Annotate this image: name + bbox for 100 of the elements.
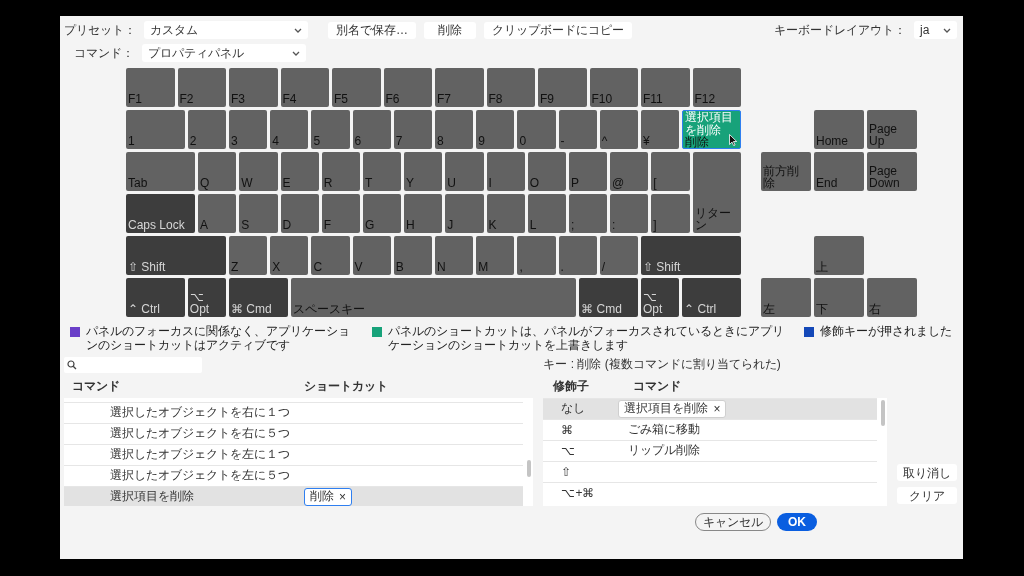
keyboard-key[interactable]: ⌃ Ctrl	[126, 278, 185, 317]
keyboard-key[interactable]: Home	[814, 110, 864, 149]
keyboard-key[interactable]: W	[239, 152, 278, 191]
ok-button[interactable]: OK	[777, 512, 817, 531]
keyboard-key[interactable]: ;	[568, 194, 608, 233]
keyboard-key[interactable]: O	[527, 152, 566, 191]
keyboard-key[interactable]: M	[476, 236, 515, 275]
keyboard-key[interactable]: 右	[867, 278, 917, 317]
keyboard-key[interactable]: F6	[383, 68, 432, 107]
keyboard-key[interactable]: F2	[177, 68, 226, 107]
keyboard-key[interactable]: R	[321, 152, 360, 191]
keyboard-key[interactable]: F9	[538, 68, 587, 107]
preset-label: プリセット：	[64, 21, 136, 39]
keyboard-key[interactable]: リターン	[692, 152, 741, 233]
keyboard-key[interactable]: ⌘ Cmd	[579, 278, 638, 317]
modifier-name: ⌥+⌘	[560, 485, 596, 500]
toolbar-button[interactable]: 削除	[424, 21, 476, 39]
keyboard-key[interactable]: D	[280, 194, 319, 233]
keyboard-layout-dropdown[interactable]: ja	[914, 21, 957, 39]
keyboard-key[interactable]: End	[814, 152, 864, 191]
search-field[interactable]	[64, 356, 202, 373]
keyboard-key[interactable]: H	[404, 194, 443, 233]
keyboard-key[interactable]: ⌃ Ctrl	[682, 278, 741, 317]
keyboard-key[interactable]: N	[435, 236, 474, 275]
keyboard-key[interactable]: 8	[435, 110, 474, 149]
toolbar-button[interactable]: 別名で保存…	[328, 21, 416, 39]
keyboard-key[interactable]: J	[445, 194, 484, 233]
keyboard-key[interactable]: Caps Lock	[126, 194, 196, 233]
keyboard-key[interactable]: F12	[692, 68, 741, 107]
keyboard-key[interactable]: G	[362, 194, 402, 233]
keyboard-key[interactable]: Y	[404, 152, 443, 191]
keyboard-key[interactable]: スペースキー	[290, 278, 577, 317]
keyboard-key[interactable]: F8	[486, 68, 535, 107]
keyboard-key[interactable]: I	[486, 152, 525, 191]
keyboard-key[interactable]: E	[280, 152, 319, 191]
keyboard-key[interactable]: 4	[270, 110, 309, 149]
keyboard-key[interactable]: ]	[651, 194, 690, 233]
keyboard-key[interactable]: :	[610, 194, 649, 233]
keyboard-key[interactable]: U	[445, 152, 484, 191]
keyboard-key[interactable]: ,	[517, 236, 556, 275]
keyboard-key[interactable]: 5	[311, 110, 350, 149]
keyboard-key[interactable]: [	[651, 152, 690, 191]
keyboard-key[interactable]: @	[610, 152, 649, 191]
scrollbar-thumb[interactable]	[881, 399, 885, 426]
toolbar-button[interactable]: クリップボードにコピー	[484, 21, 632, 39]
keyboard-key[interactable]: ⌘ Cmd	[229, 278, 288, 317]
keyboard-key[interactable]: T	[362, 152, 402, 191]
shortcut-chip[interactable]: 削除 ×	[304, 487, 352, 506]
command-chip[interactable]: 選択項目を削除 ×	[618, 399, 727, 418]
keyboard-key[interactable]: 7	[393, 110, 432, 149]
keyboard-key[interactable]: Z	[229, 236, 268, 275]
keyboard-key[interactable]: 3	[229, 110, 268, 149]
cancel-button[interactable]: キャンセル	[695, 512, 771, 531]
keyboard-key[interactable]: ⇧ Shift	[641, 236, 741, 275]
keyboard-key[interactable]: L	[527, 194, 566, 233]
keyboard-key[interactable]: 9	[476, 110, 515, 149]
keyboard-key[interactable]: Page Up	[867, 110, 917, 149]
keyboard-key[interactable]: Q	[198, 152, 237, 191]
keyboard-key[interactable]: ⌥ Opt	[187, 278, 226, 317]
keyboard-key[interactable]: ¥	[641, 110, 680, 149]
keyboard-key[interactable]: X	[270, 236, 309, 275]
keyboard-key[interactable]: S	[239, 194, 278, 233]
side-button[interactable]: 取り消し	[897, 463, 957, 481]
command-name: 選択したオブジェクトを左に５つ	[109, 467, 291, 485]
keyboard-key[interactable]: Tab	[126, 152, 196, 191]
keyboard-key[interactable]: ⌥ Opt	[641, 278, 680, 317]
keyboard-key[interactable]: V	[352, 236, 391, 275]
keyboard-key[interactable]: .	[558, 236, 597, 275]
keyboard-key[interactable]: 下	[814, 278, 864, 317]
keyboard-key[interactable]: 選択項目を削除 削除	[682, 110, 741, 149]
keyboard-key[interactable]: B	[393, 236, 432, 275]
keyboard-key[interactable]: F11	[641, 68, 690, 107]
side-button[interactable]: クリア	[897, 486, 957, 504]
keyboard-key[interactable]: A	[198, 194, 237, 233]
keyboard-key[interactable]: 2	[187, 110, 226, 149]
keyboard-key[interactable]: F1	[126, 68, 175, 107]
keyboard-key[interactable]: -	[558, 110, 597, 149]
keyboard-key[interactable]: F	[321, 194, 360, 233]
keyboard-key[interactable]: 1	[126, 110, 185, 149]
preset-dropdown[interactable]: カスタム	[144, 21, 308, 39]
keyboard-key[interactable]: F7	[435, 68, 484, 107]
keyboard-key[interactable]: 左	[761, 278, 811, 317]
keyboard-key[interactable]: P	[568, 152, 608, 191]
command-dropdown[interactable]: プロパティパネル	[142, 44, 306, 62]
keyboard-key[interactable]: Page Down	[867, 152, 917, 191]
keyboard-key[interactable]: 前方削除	[761, 152, 811, 191]
keyboard-key[interactable]: F4	[280, 68, 329, 107]
scrollbar-thumb[interactable]	[527, 459, 532, 477]
keyboard-key[interactable]: F5	[332, 68, 381, 107]
keyboard-key[interactable]: C	[311, 236, 350, 275]
keyboard-key[interactable]: K	[486, 194, 525, 233]
modifier-row[interactable]: なし 選択項目を削除 ×	[543, 397, 877, 419]
keyboard-key[interactable]: 0	[517, 110, 556, 149]
command-row[interactable]: 選択項目を削除 削除 ×	[64, 485, 524, 506]
keyboard-key[interactable]: 6	[352, 110, 391, 149]
keyboard-key[interactable]: /	[599, 236, 638, 275]
keyboard-key[interactable]: F10	[589, 68, 638, 107]
keyboard-key[interactable]: ⇧ Shift	[126, 236, 226, 275]
keyboard-key[interactable]: ^	[599, 110, 638, 149]
keyboard-key[interactable]: F3	[229, 68, 278, 107]
